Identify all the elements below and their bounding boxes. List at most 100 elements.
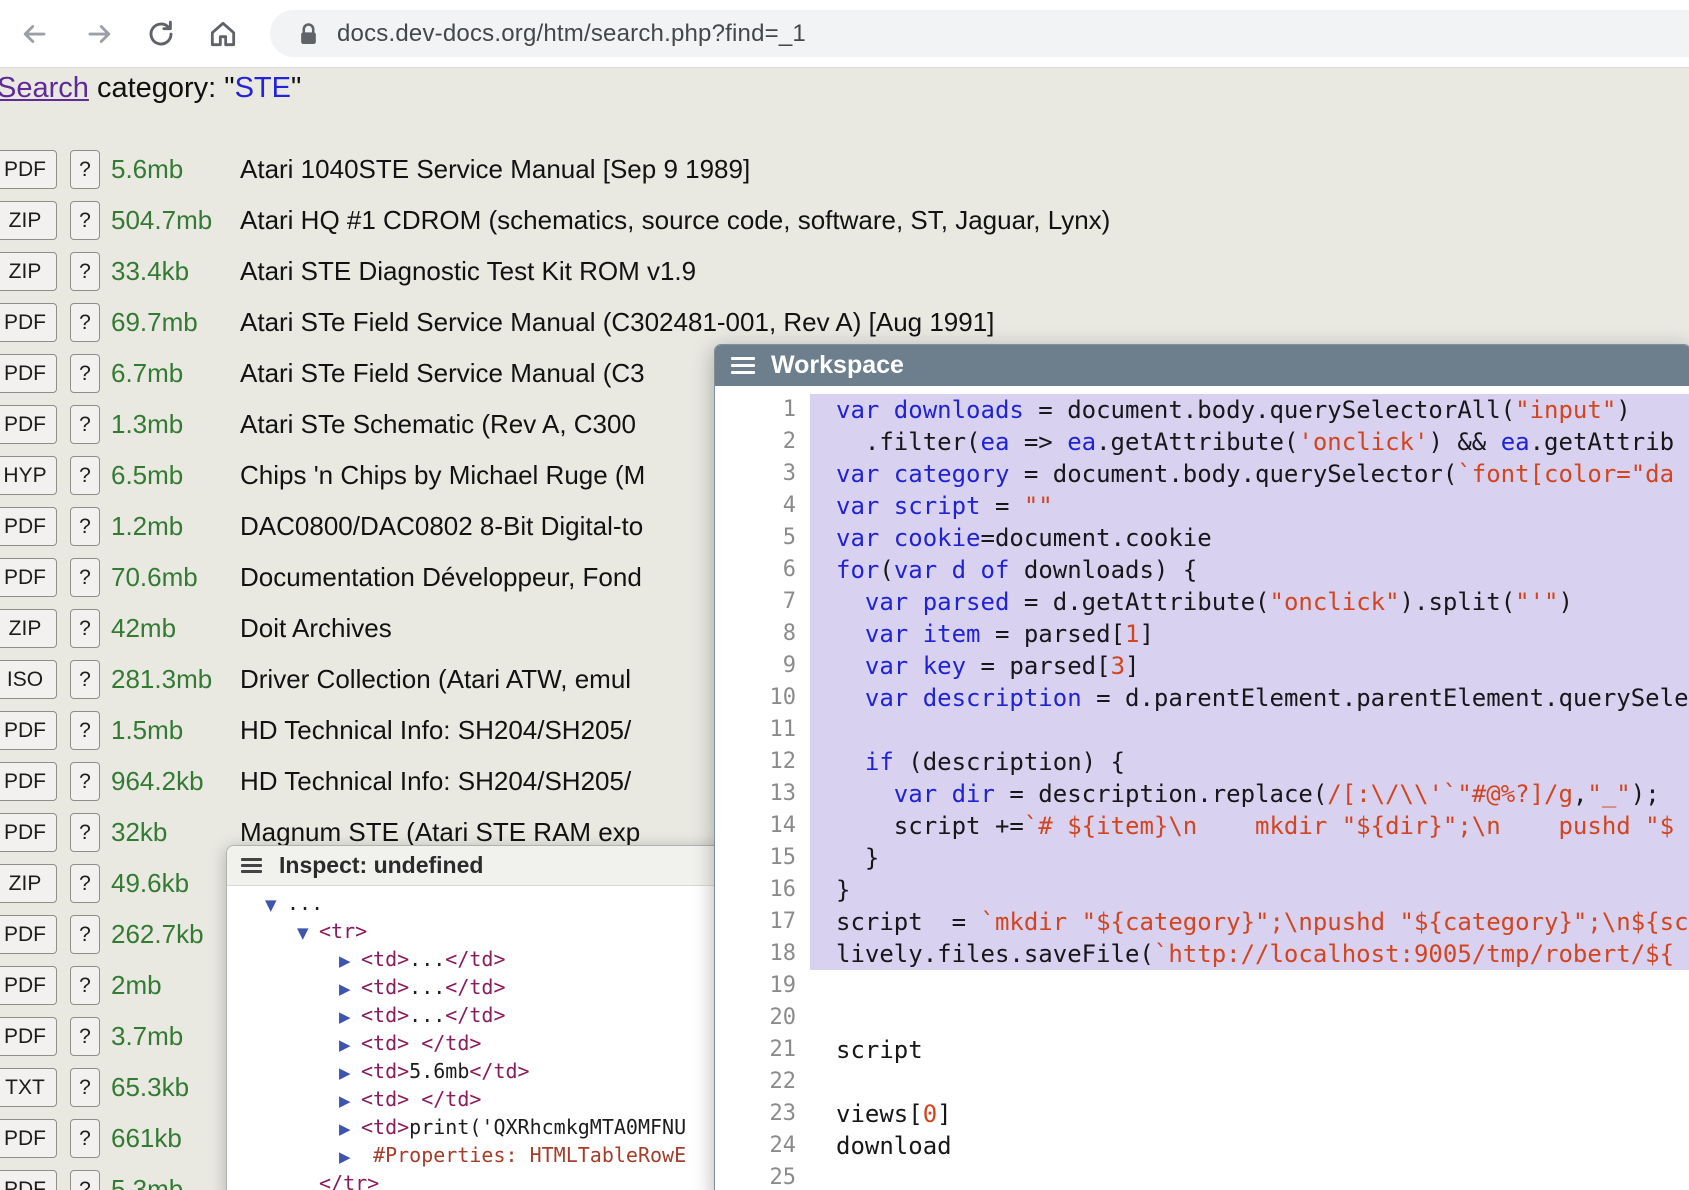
- help-button[interactable]: ?: [70, 762, 100, 801]
- code-line[interactable]: 3var category = document.body.querySelec…: [715, 458, 1689, 490]
- code-line[interactable]: 12 if (description) {: [715, 746, 1689, 778]
- collapse-icon[interactable]: ▼: [265, 891, 287, 919]
- file-type-button[interactable]: PDF: [0, 303, 57, 342]
- hamburger-menu-icon[interactable]: [241, 858, 262, 873]
- help-button[interactable]: ?: [70, 864, 100, 903]
- expand-icon[interactable]: ▶: [339, 1115, 361, 1143]
- file-type-button[interactable]: PDF: [0, 507, 57, 546]
- file-type-button[interactable]: PDF: [0, 915, 57, 954]
- help-button[interactable]: ?: [70, 1119, 100, 1158]
- code-line[interactable]: 19: [715, 970, 1689, 1002]
- help-button[interactable]: ?: [70, 660, 100, 699]
- file-type-button[interactable]: HYP: [0, 456, 57, 495]
- help-button[interactable]: ?: [70, 405, 100, 444]
- tree-row[interactable]: ▶<td> </td>: [227, 1029, 787, 1057]
- code-line[interactable]: 18lively.files.saveFile(`http://localhos…: [715, 938, 1689, 970]
- code-line[interactable]: 21script: [715, 1034, 1689, 1066]
- file-type-button[interactable]: PDF: [0, 1017, 57, 1056]
- tree-row[interactable]: ▶<td>...</td>: [227, 1001, 787, 1029]
- reload-button[interactable]: [141, 14, 181, 54]
- tree-row[interactable]: ▼<tr>: [227, 917, 787, 945]
- file-type-button[interactable]: ISO: [0, 660, 57, 699]
- code-line[interactable]: 22: [715, 1066, 1689, 1098]
- expand-icon[interactable]: ▶: [339, 1059, 361, 1087]
- code-line[interactable]: 10 var description = d.parentElement.par…: [715, 682, 1689, 714]
- tree-row[interactable]: ▶<td>...</td>: [227, 973, 787, 1001]
- file-type-button[interactable]: PDF: [0, 966, 57, 1005]
- file-type-button[interactable]: ZIP: [0, 609, 57, 648]
- code-line[interactable]: 7 var parsed = d.getAttribute("onclick")…: [715, 586, 1689, 618]
- help-button[interactable]: ?: [70, 609, 100, 648]
- expand-icon[interactable]: ▶: [339, 1031, 361, 1059]
- file-type-button[interactable]: PDF: [0, 762, 57, 801]
- code-line[interactable]: 9 var key = parsed[3]: [715, 650, 1689, 682]
- file-type-button[interactable]: ZIP: [0, 201, 57, 240]
- expand-icon[interactable]: ▶: [339, 947, 361, 975]
- tree-row[interactable]: ▶<td>print('QXRhcmkgMTA0MFNU: [227, 1113, 787, 1141]
- code-line[interactable]: 4var script = "": [715, 490, 1689, 522]
- file-type-button[interactable]: TXT: [0, 1068, 57, 1107]
- file-type-button[interactable]: PDF: [0, 405, 57, 444]
- code-line[interactable]: 23views[0]: [715, 1098, 1689, 1130]
- file-type-button[interactable]: PDF: [0, 150, 57, 189]
- code-line[interactable]: 6for(var d of downloads) {: [715, 554, 1689, 586]
- help-button[interactable]: ?: [70, 456, 100, 495]
- file-type-button[interactable]: ZIP: [0, 252, 57, 291]
- file-type-button[interactable]: PDF: [0, 1170, 57, 1190]
- code-line[interactable]: 2 .filter(ea => ea.getAttribute('onclick…: [715, 426, 1689, 458]
- code-line[interactable]: 5var cookie=document.cookie: [715, 522, 1689, 554]
- help-button[interactable]: ?: [70, 252, 100, 291]
- file-type-button[interactable]: PDF: [0, 813, 57, 852]
- tree-row[interactable]: ▶ #Properties: HTMLTableRowE: [227, 1141, 787, 1169]
- help-button[interactable]: ?: [70, 711, 100, 750]
- expand-icon[interactable]: ▶: [339, 1143, 361, 1171]
- search-link[interactable]: Search: [0, 72, 89, 104]
- help-button[interactable]: ?: [70, 303, 100, 342]
- code-line[interactable]: 25: [715, 1162, 1689, 1190]
- tree-row[interactable]: </tr>: [227, 1169, 787, 1190]
- file-type-button[interactable]: PDF: [0, 1119, 57, 1158]
- code-line[interactable]: 24download: [715, 1130, 1689, 1162]
- collapse-icon[interactable]: ▼: [297, 919, 319, 947]
- code-editor[interactable]: 1var downloads = document.body.querySele…: [715, 386, 1689, 1190]
- inspect-titlebar[interactable]: Inspect: undefined: [227, 846, 787, 886]
- help-button[interactable]: ?: [70, 1017, 100, 1056]
- code-line[interactable]: 11: [715, 714, 1689, 746]
- expand-icon[interactable]: ▶: [339, 975, 361, 1003]
- line-number: 7: [715, 586, 810, 618]
- file-type-button[interactable]: PDF: [0, 354, 57, 393]
- code-line[interactable]: 13 var dir = description.replace(/[:\/\\…: [715, 778, 1689, 810]
- code-line[interactable]: 17script = `mkdir "${category}";\npushd …: [715, 906, 1689, 938]
- hamburger-menu-icon[interactable]: [731, 357, 755, 374]
- forward-button[interactable]: [80, 14, 120, 54]
- tree-row[interactable]: ▶<td>5.6mb</td>: [227, 1057, 787, 1085]
- code-line[interactable]: 20: [715, 1002, 1689, 1034]
- help-button[interactable]: ?: [70, 558, 100, 597]
- file-type-button[interactable]: PDF: [0, 711, 57, 750]
- code-line[interactable]: 1var downloads = document.body.querySele…: [715, 394, 1689, 426]
- help-button[interactable]: ?: [70, 150, 100, 189]
- help-button[interactable]: ?: [70, 813, 100, 852]
- home-button[interactable]: [203, 14, 243, 54]
- help-button[interactable]: ?: [70, 1068, 100, 1107]
- help-button[interactable]: ?: [70, 507, 100, 546]
- code-line[interactable]: 16}: [715, 874, 1689, 906]
- help-button[interactable]: ?: [70, 354, 100, 393]
- tree-row[interactable]: ▶<td>...</td>: [227, 945, 787, 973]
- help-button[interactable]: ?: [70, 1170, 100, 1190]
- code-line[interactable]: 14 script +=`# ${item}\n mkdir "${dir}";…: [715, 810, 1689, 842]
- tree-row[interactable]: ▼...: [227, 889, 787, 917]
- code-line[interactable]: 8 var item = parsed[1]: [715, 618, 1689, 650]
- help-button[interactable]: ?: [70, 201, 100, 240]
- help-button[interactable]: ?: [70, 915, 100, 954]
- file-type-button[interactable]: ZIP: [0, 864, 57, 903]
- back-button[interactable]: [14, 14, 54, 54]
- code-line[interactable]: 15 }: [715, 842, 1689, 874]
- address-bar[interactable]: docs.dev-docs.org/htm/search.php?find=_1: [270, 10, 1689, 57]
- file-type-button[interactable]: PDF: [0, 558, 57, 597]
- help-button[interactable]: ?: [70, 966, 100, 1005]
- expand-icon[interactable]: ▶: [339, 1003, 361, 1031]
- workspace-titlebar[interactable]: Workspace: [715, 345, 1689, 386]
- expand-icon[interactable]: ▶: [339, 1087, 361, 1115]
- tree-row[interactable]: ▶<td> </td>: [227, 1085, 787, 1113]
